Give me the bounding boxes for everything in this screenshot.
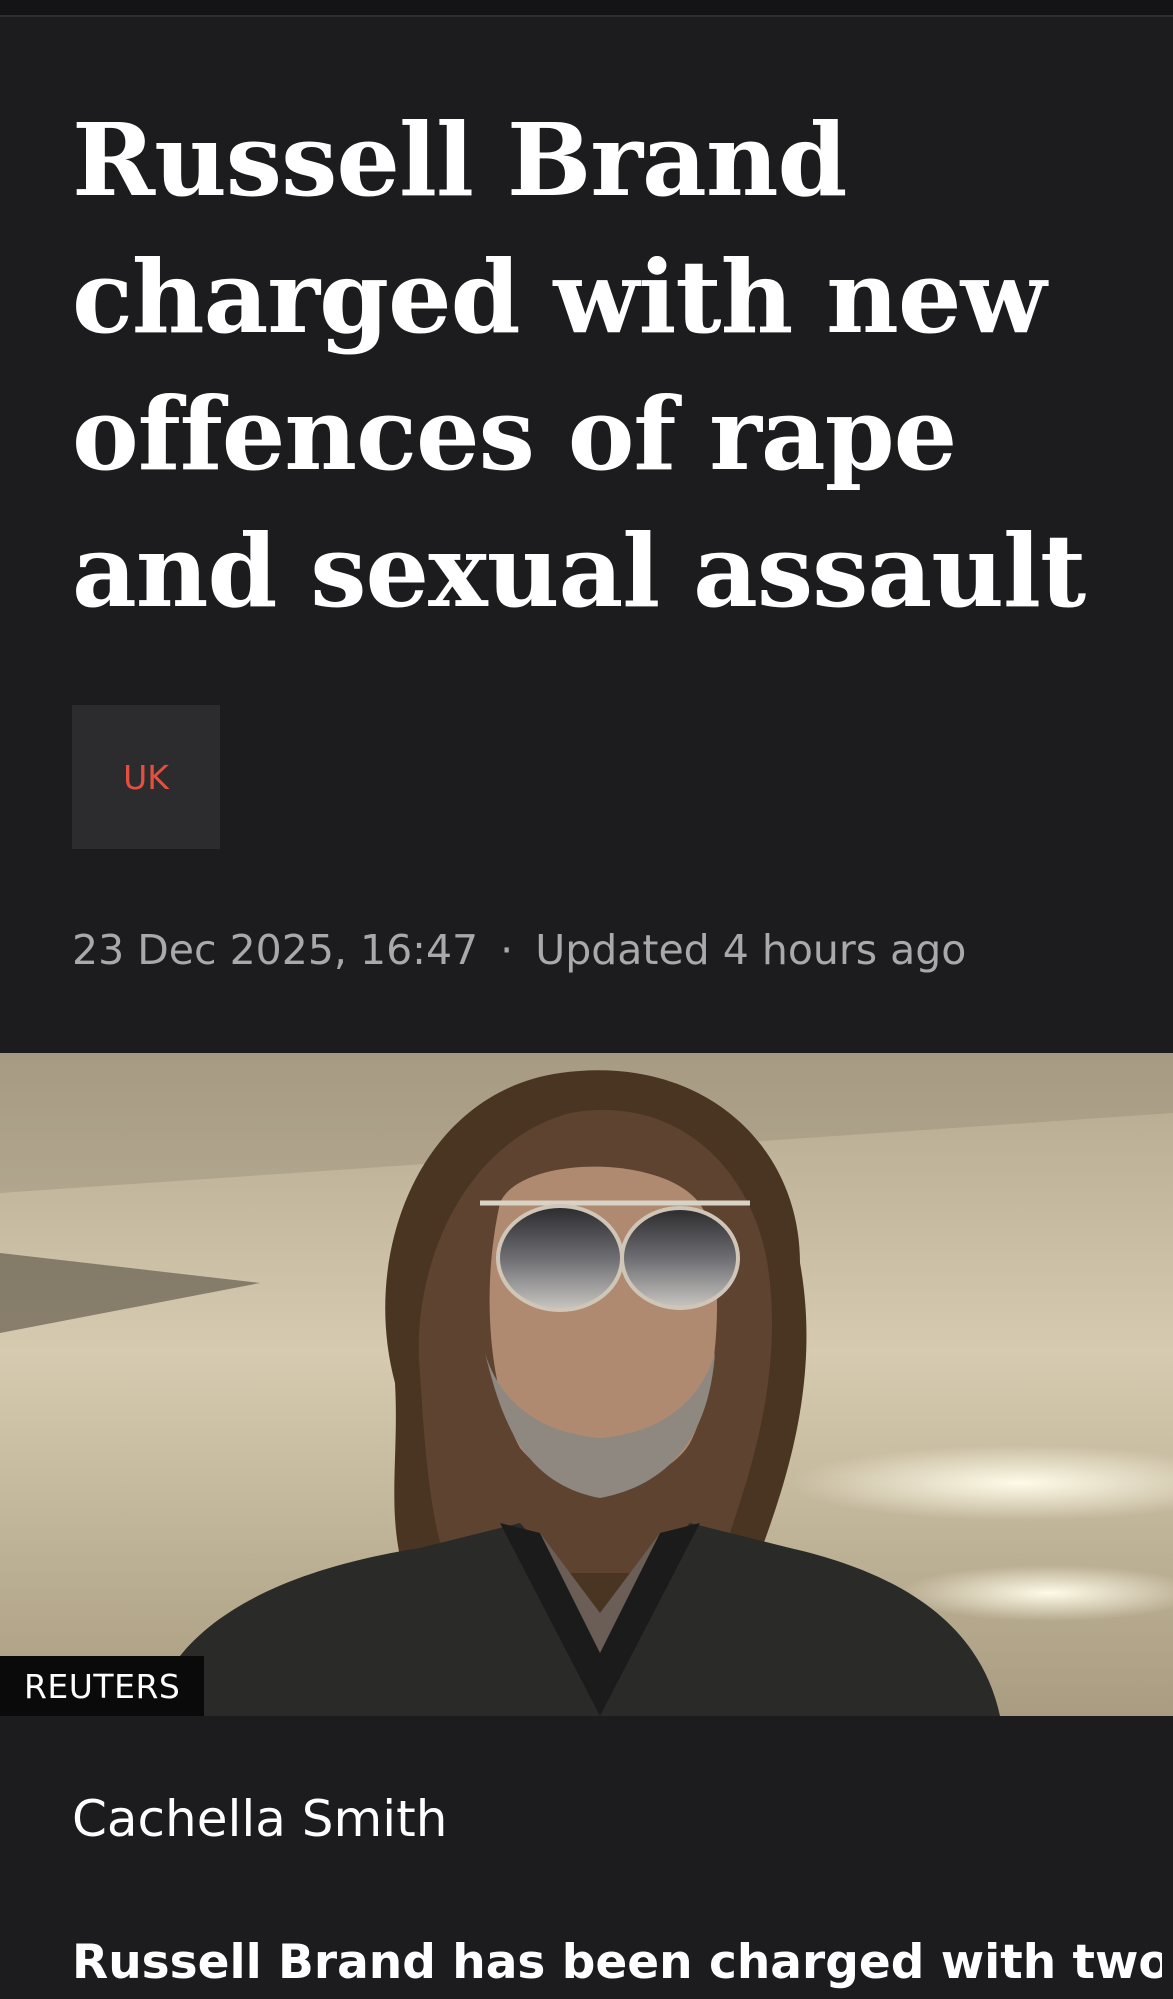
image-credit: REUTERS (0, 1656, 205, 1716)
article-metadata: 23 Dec 2025, 16:47 · Updated 4 hours ago (72, 920, 966, 980)
article-lede: Russell Brand has been charged with two (72, 1935, 1162, 1990)
publish-date: 23 Dec 2025, 16:47 (72, 926, 479, 974)
meta-separator: · (500, 926, 514, 974)
author-byline: Cachella Smith (72, 1790, 448, 1848)
top-bar (0, 0, 1173, 17)
updated-time: Updated 4 hours ago (535, 926, 967, 974)
article-headline: Russell Brand charged with new offences … (72, 101, 1086, 630)
hero-image: REUTERS (0, 1053, 1173, 1716)
topic-tag-link[interactable]: UK (72, 705, 220, 849)
topic-tag-label: UK (123, 757, 169, 797)
image-credit-label: REUTERS (24, 1666, 181, 1706)
hero-photo-illustration (0, 1053, 1173, 1716)
